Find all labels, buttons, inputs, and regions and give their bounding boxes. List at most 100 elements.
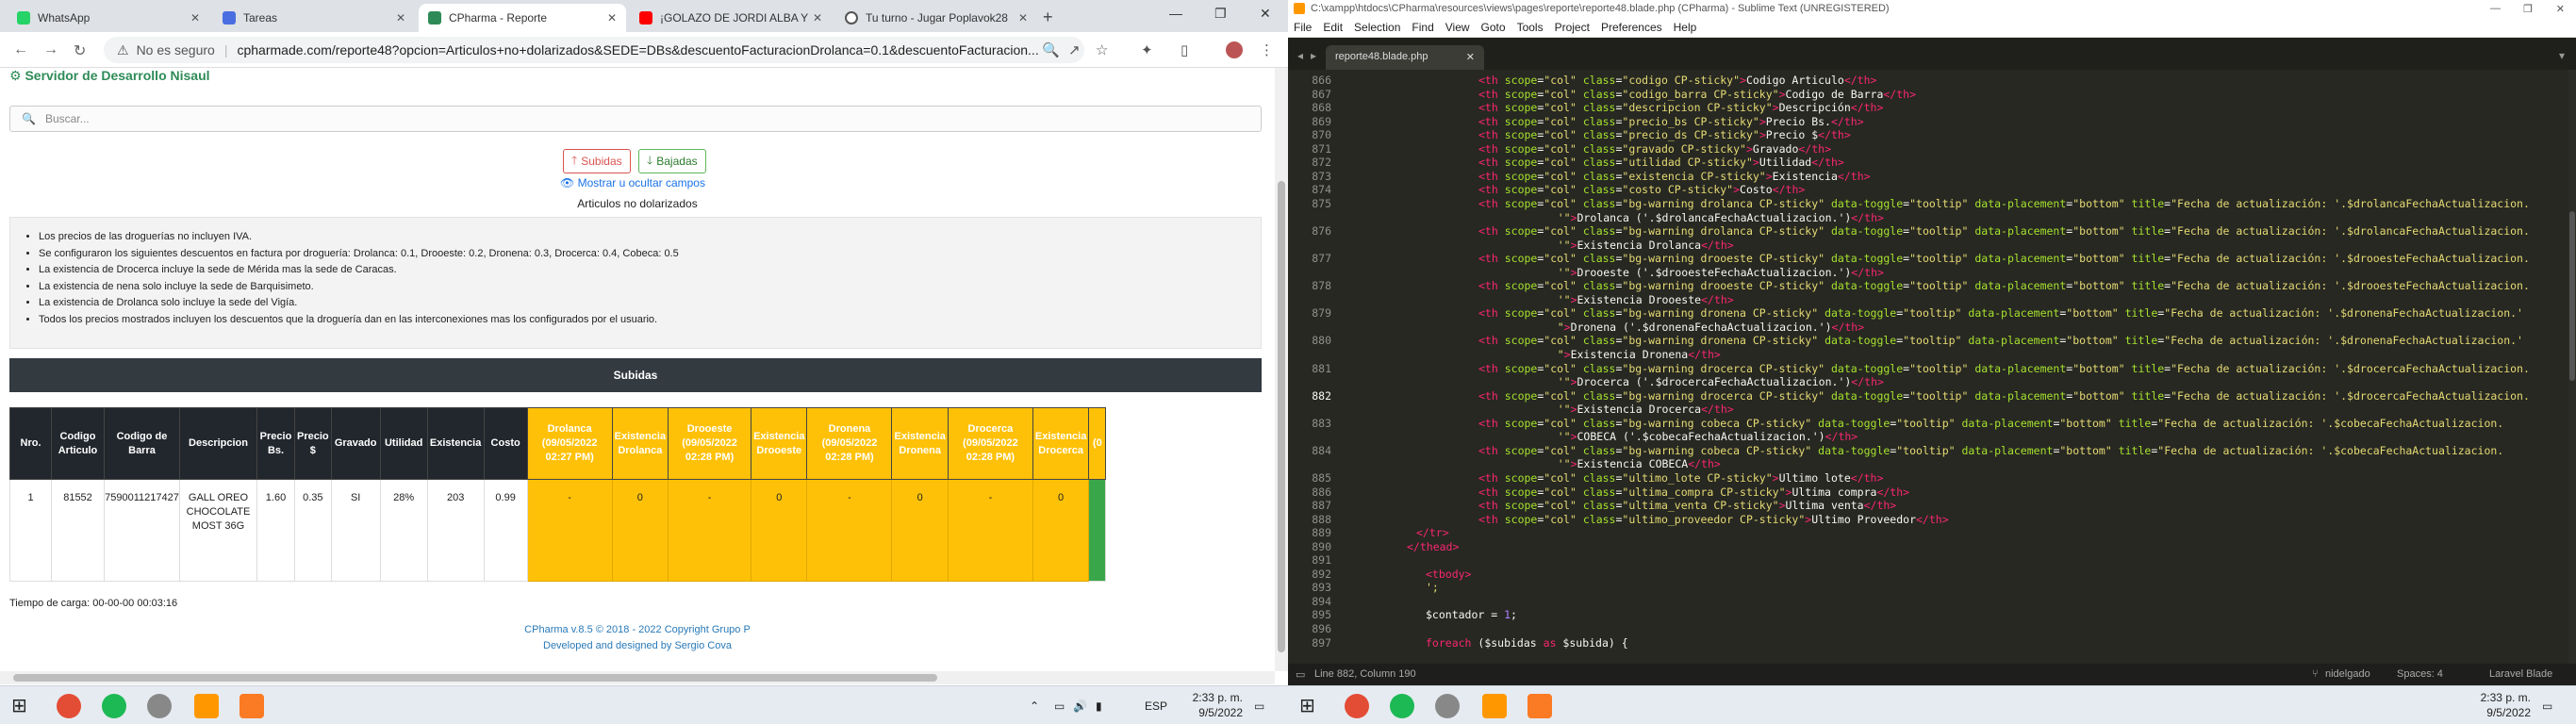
forward-icon[interactable]: → <box>43 41 58 58</box>
tab-cpharma[interactable]: CPharma - Reporte ✕ <box>419 4 626 32</box>
horizontal-scrollbar[interactable] <box>0 671 1275 684</box>
chevron-left-icon[interactable]: ◂ <box>1297 49 1303 62</box>
spotify-icon[interactable] <box>102 694 126 718</box>
vertical-scrollbar[interactable] <box>1275 68 1288 671</box>
menu-item[interactable]: Find <box>1412 21 1433 34</box>
maximize-button[interactable]: ❐ <box>1214 6 1227 22</box>
toggle-fields-link[interactable]: 👁 Mostrar u ocultar campos <box>560 176 705 189</box>
notification-icon[interactable]: ▭ <box>2542 699 2552 713</box>
table-header-cell[interactable]: Drocerca (09/05/2022 02:28 PM) <box>947 407 1033 480</box>
chevron-down-icon[interactable]: ▾ <box>2559 49 2565 62</box>
report-table: Nro. Codigo Articulo Codigo de Barra Descri… <box>9 407 1107 582</box>
minimize-button[interactable]: — <box>2490 3 2501 14</box>
extensions-icon[interactable]: ✦ <box>1141 41 1153 58</box>
chrome-icon[interactable] <box>57 694 81 718</box>
table-header-cell[interactable]: Costo <box>483 407 528 480</box>
menu-item[interactable]: Preferences <box>1601 21 1662 34</box>
table-header-cell[interactable]: Codigo de Barra <box>104 407 180 480</box>
menu-item[interactable]: Project <box>1555 21 1590 34</box>
menu-item[interactable]: Goto <box>1481 21 1506 34</box>
chevron-right-icon[interactable]: ▸ <box>1311 49 1316 62</box>
subidas-button[interactable]: 🡑 Subidas <box>563 149 631 173</box>
table-header-cell[interactable]: Existencia Drolanca <box>611 407 669 480</box>
language-indicator[interactable]: ESP <box>1145 699 1167 713</box>
maximize-button[interactable]: ❐ <box>2523 3 2533 15</box>
close-icon[interactable]: ✕ <box>396 11 405 25</box>
avatar[interactable] <box>1226 41 1243 58</box>
clock[interactable]: 2:33 p. m. 9/5/2022 <box>1193 690 1243 720</box>
table-header-cell[interactable]: Dronena (09/05/2022 02:28 PM) <box>806 407 893 480</box>
table-row[interactable]: 1 81552 7590011217427 GALL OREO CHOCOLATE M… <box>9 479 1107 582</box>
chevron-up-icon[interactable]: ⌃ <box>1030 699 1039 713</box>
windows-start-icon[interactable]: ⊞ <box>1299 694 1324 718</box>
brand[interactable]: ⚙ Servidor de Desarrollo Nisaul <box>9 68 210 84</box>
zoom-icon[interactable]: 🔍 <box>1042 41 1060 58</box>
tab-tareas[interactable]: Tareas ✕ <box>213 4 415 32</box>
new-tab-button[interactable]: + <box>1043 8 1053 27</box>
syntax-mode[interactable]: Laravel Blade <box>2489 668 2552 680</box>
table-header-cell[interactable]: Existencia Drocerca <box>1032 407 1090 480</box>
code-area[interactable]: 866 <th scope="col" class="codigo CP-stic… <box>1288 70 2567 664</box>
table-header-cell[interactable]: Drolanca (09/05/2022 02:27 PM) <box>526 407 613 480</box>
windows-start-icon[interactable]: ⊞ <box>11 694 36 718</box>
git-status[interactable]: nidelgado <box>2325 668 2370 680</box>
share-icon[interactable]: ↗ <box>1068 41 1081 58</box>
clock[interactable]: 2:33 p. m. 9/5/2022 <box>2481 690 2531 720</box>
tab-youtube[interactable]: ¡GOLAZO DE JORDI ALBA Y ✕ <box>630 4 832 32</box>
star-icon[interactable]: ☆ <box>1096 41 1108 58</box>
table-header-cell[interactable]: Utilidad <box>379 407 428 480</box>
table-header-cell[interactable]: Drooeste (09/05/2022 02:28 PM) <box>668 407 752 480</box>
network-icon[interactable]: ▭ <box>1054 699 1065 713</box>
table-header-cell[interactable]: Gravado <box>330 407 381 480</box>
close-icon[interactable]: ✕ <box>607 11 617 25</box>
table-header-cell[interactable]: Precio Bs. <box>256 407 295 480</box>
chrome-icon[interactable] <box>1345 694 1369 718</box>
close-icon[interactable]: ✕ <box>1018 11 1028 25</box>
menu-item[interactable]: Selection <box>1354 21 1400 34</box>
table-header-cell[interactable]: (0 <box>1088 407 1107 480</box>
reload-icon[interactable]: ↻ <box>74 41 86 60</box>
sublime-icon[interactable] <box>194 694 219 718</box>
search-input[interactable]: 🔍 Buscar... <box>9 106 1262 132</box>
cursor-position[interactable]: Line 882, Column 190 <box>1314 668 1416 680</box>
bajadas-button[interactable]: 🡓 Bajadas <box>638 149 706 173</box>
close-window-button[interactable]: ✕ <box>2556 3 2565 15</box>
panel-icon[interactable]: ▭ <box>1296 668 1305 681</box>
editor-tab[interactable]: reporte48.blade.php ✕ <box>1326 45 1484 70</box>
notification-icon[interactable]: ▭ <box>1254 699 1264 713</box>
tab-poplavok[interactable]: Tu turno - Jugar Poplavok28 ✕ <box>835 4 1037 32</box>
table-header-cell[interactable]: Existencia Drooeste <box>751 407 808 480</box>
menu-icon[interactable]: ⋮ <box>1260 41 1274 58</box>
table-header-cell[interactable]: Existencia Dronena <box>891 407 949 480</box>
sublime-icon[interactable] <box>1482 694 1507 718</box>
page-content: ⚙ Servidor de Desarrollo Nisaul 🔍 Buscar.… <box>0 68 1275 671</box>
editor-scrollbar[interactable] <box>2568 70 2576 664</box>
table-header-cell[interactable]: Existencia <box>426 407 485 480</box>
xampp-icon[interactable] <box>239 694 264 718</box>
menu-item[interactable]: Help <box>1674 21 1697 34</box>
indentation[interactable]: Spaces: 4 <box>2397 668 2443 680</box>
menu-item[interactable]: Edit <box>1323 21 1343 34</box>
sidebar-icon[interactable]: ▯ <box>1181 41 1188 58</box>
address-bar[interactable]: ⚠ No es seguro | cpharmade.com/reporte48… <box>104 37 1084 63</box>
table-header-cell[interactable]: Codigo Articulo <box>51 407 105 480</box>
table-header-cell[interactable]: Nro. <box>9 407 52 480</box>
app-icon[interactable] <box>1435 694 1460 718</box>
xampp-icon[interactable] <box>1527 694 1552 718</box>
menu-item[interactable]: Tools <box>1517 21 1544 34</box>
table-header-cell[interactable]: Descripcion <box>179 407 257 480</box>
app-icon[interactable] <box>147 694 172 718</box>
tab-whatsapp[interactable]: WhatsApp ✕ <box>8 4 209 32</box>
close-icon[interactable]: ✕ <box>813 11 822 25</box>
minimize-button[interactable]: — <box>1169 6 1182 21</box>
back-icon[interactable]: ← <box>13 41 28 58</box>
menu-item[interactable]: View <box>1445 21 1470 34</box>
menu-item[interactable]: File <box>1294 21 1312 34</box>
battery-icon[interactable]: ▮ <box>1096 699 1102 713</box>
close-icon[interactable]: ✕ <box>1466 51 1475 64</box>
table-header-cell[interactable]: Precio $ <box>294 407 332 480</box>
close-window-button[interactable]: ✕ <box>1260 6 1271 22</box>
close-icon[interactable]: ✕ <box>190 11 200 25</box>
volume-icon[interactable]: 🔊 <box>1073 699 1087 713</box>
spotify-icon[interactable] <box>1390 694 1414 718</box>
